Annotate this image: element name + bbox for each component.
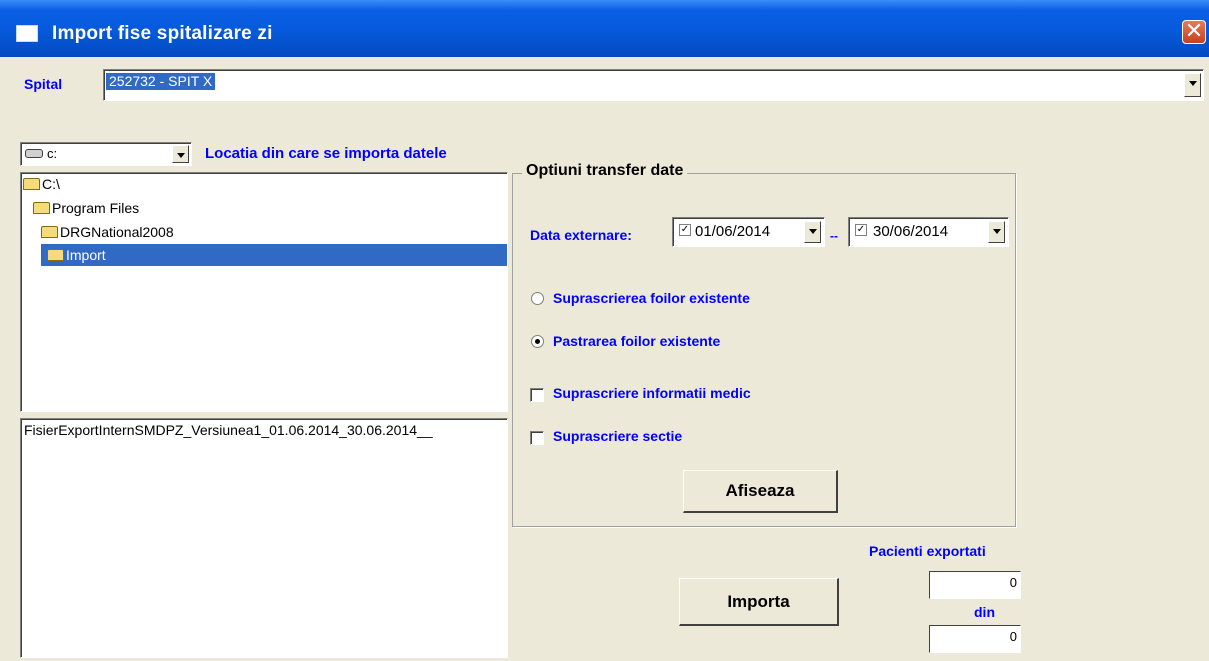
close-button[interactable]: ✕ bbox=[1182, 20, 1206, 44]
file-list[interactable]: FisierExportInternSMDPZ_Versiunea1_01.06… bbox=[20, 418, 508, 658]
din-label: din bbox=[974, 604, 995, 620]
sectie-checkbox-label[interactable]: Suprascriere sectie bbox=[553, 428, 682, 444]
folder-item-selected[interactable]: Import bbox=[41, 244, 507, 266]
date-to-picker[interactable]: ✓ 30/06/2014 bbox=[848, 217, 1009, 247]
keep-radio[interactable] bbox=[531, 335, 544, 348]
date-to-value: 30/06/2014 bbox=[873, 223, 949, 240]
file-item[interactable]: FisierExportInternSMDPZ_Versiunea1_01.06… bbox=[24, 422, 433, 438]
folder-item[interactable]: C:\ bbox=[23, 173, 503, 195]
folder-icon bbox=[41, 226, 58, 238]
spital-dropdown-arrow[interactable] bbox=[1184, 73, 1201, 97]
date-from-dropdown-arrow[interactable] bbox=[804, 221, 821, 243]
drive-dropdown-arrow[interactable] bbox=[172, 145, 189, 163]
import-window: Import fise spitalizare zi ✕ Spital 2527… bbox=[0, 0, 1209, 661]
date-separator: -- bbox=[830, 229, 838, 243]
spital-selected-value: 252732 - SPIT X bbox=[106, 73, 216, 90]
date-from-checkbox[interactable]: ✓ bbox=[679, 224, 691, 236]
sectie-checkbox[interactable] bbox=[530, 431, 544, 445]
total-count: 0 bbox=[929, 625, 1021, 653]
drive-select[interactable]: c: bbox=[20, 142, 192, 166]
exported-label: Pacienti exportati bbox=[869, 543, 986, 559]
folder-tree[interactable]: C:\ Program Files DRGNational2008 Import bbox=[20, 172, 508, 412]
medic-checkbox[interactable] bbox=[530, 388, 544, 402]
overwrite-radio-label[interactable]: Suprascrierea foilor existente bbox=[553, 290, 750, 306]
medic-checkbox-label[interactable]: Suprascriere informatii medic bbox=[553, 385, 751, 401]
window-title: Import fise spitalizare zi bbox=[52, 23, 273, 44]
date-from-picker[interactable]: ✓ 01/06/2014 bbox=[672, 217, 825, 247]
location-label: Locatia din care se importa datele bbox=[205, 145, 447, 162]
folder-icon bbox=[33, 202, 50, 214]
folder-icon bbox=[23, 178, 40, 190]
date-label: Data externare: bbox=[530, 227, 632, 243]
overwrite-radio[interactable] bbox=[531, 292, 544, 305]
spital-label: Spital bbox=[24, 76, 63, 92]
date-from-value: 01/06/2014 bbox=[695, 223, 771, 240]
date-to-dropdown-arrow[interactable] bbox=[988, 221, 1005, 243]
importa-button[interactable]: Importa bbox=[679, 578, 839, 626]
drive-value: c: bbox=[47, 146, 58, 161]
folder-item[interactable]: DRGNational2008 bbox=[41, 221, 503, 243]
exported-count: 0 bbox=[929, 571, 1021, 599]
drive-icon bbox=[25, 149, 43, 158]
window-icon bbox=[16, 25, 38, 42]
spital-select[interactable]: 252732 - SPIT X bbox=[103, 69, 1204, 101]
title-bar[interactable]: Import fise spitalizare zi ✕ bbox=[0, 0, 1209, 57]
keep-radio-label[interactable]: Pastrarea foilor existente bbox=[553, 333, 720, 349]
date-to-checkbox[interactable]: ✓ bbox=[855, 224, 867, 236]
afiseaza-button[interactable]: Afiseaza bbox=[683, 470, 838, 513]
folder-item[interactable]: Program Files bbox=[33, 197, 503, 219]
options-title: Optiuni transfer date bbox=[522, 162, 688, 180]
open-folder-icon bbox=[47, 249, 64, 261]
